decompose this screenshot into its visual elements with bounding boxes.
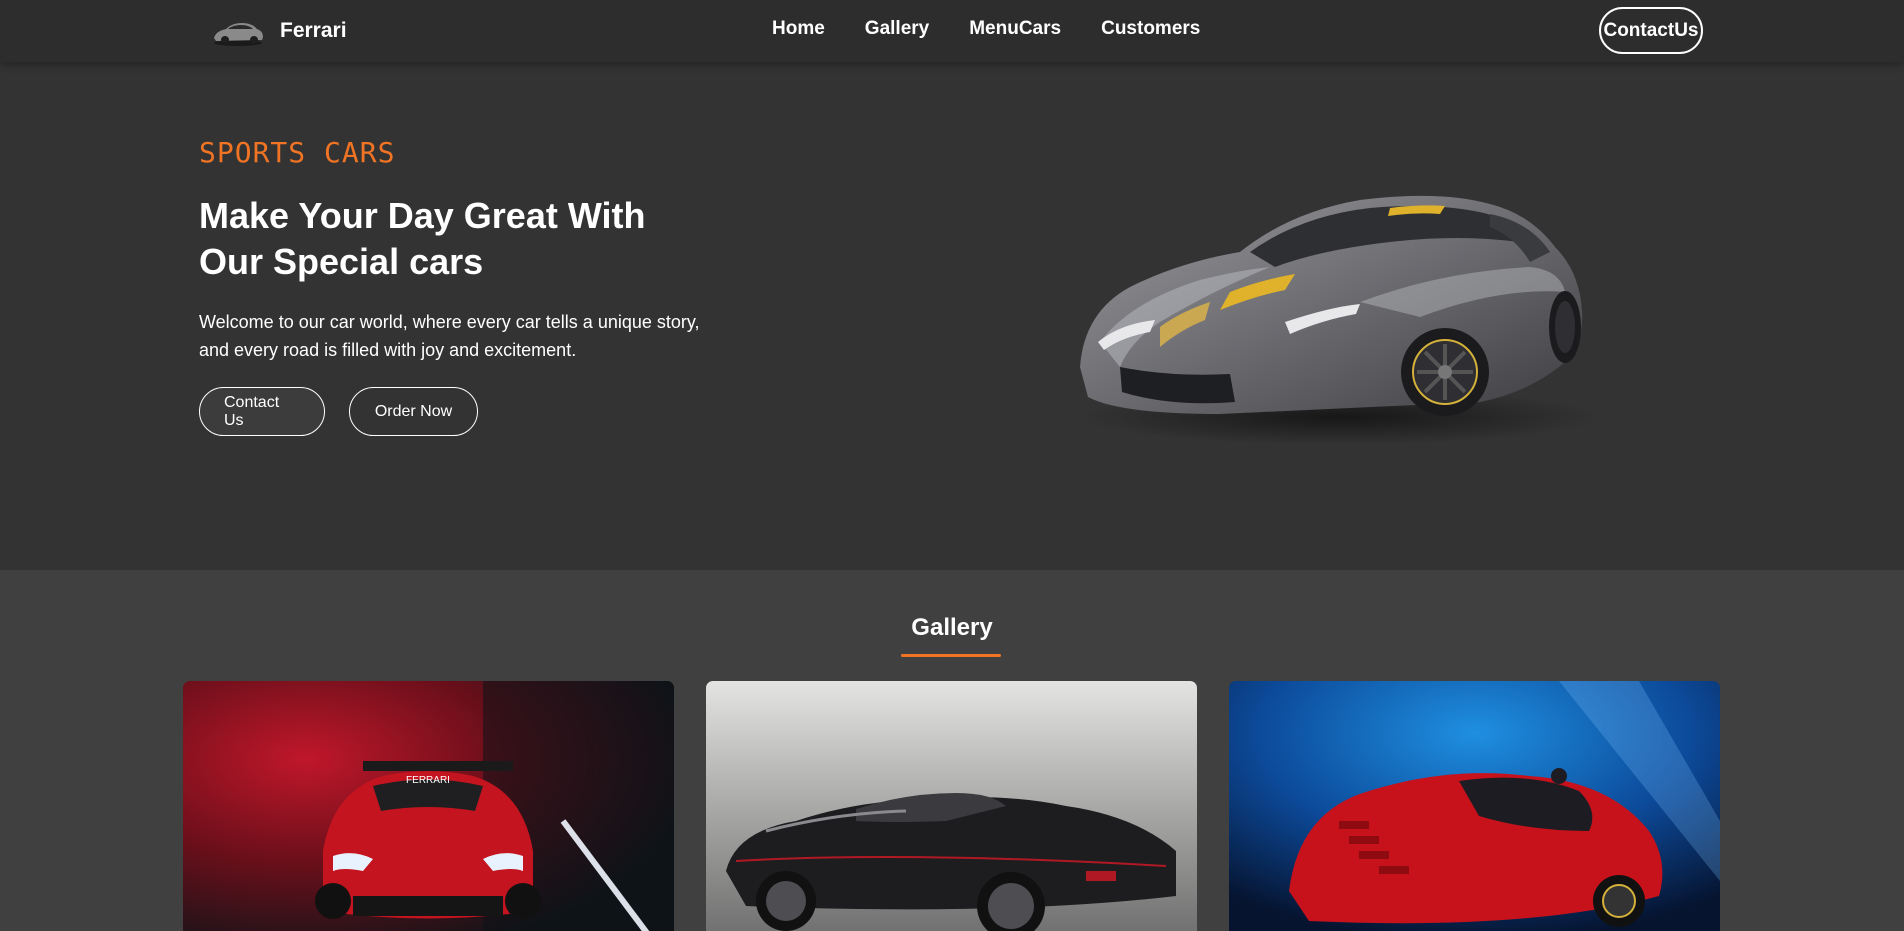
hero-title-line-2: Our Special cars (199, 241, 484, 282)
hero-section: SPORTS CARS Make Your Day Great With Our… (0, 62, 1904, 570)
gallery-title: Gallery (911, 614, 993, 641)
hero-title-line-1: Make Your Day Great With (199, 195, 646, 236)
gallery-title-underline (901, 654, 1001, 657)
contact-us-nav-button[interactable]: ContactUs (1599, 7, 1703, 54)
order-now-button[interactable]: Order Now (349, 387, 478, 436)
gallery-section: Gallery FERRARI (0, 570, 1904, 931)
brand[interactable]: Ferrari (210, 12, 347, 50)
red-race-car-image: FERRARI (183, 681, 674, 931)
nav-customers[interactable]: Customers (1101, 18, 1200, 40)
gallery-card-1[interactable]: FERRARI (183, 681, 674, 931)
black-convertible-image (706, 681, 1197, 931)
grey-sports-car-image (1080, 195, 1600, 445)
hero-eyebrow: SPORTS CARS (199, 136, 396, 169)
hero-description: Welcome to our car world, where every ca… (199, 308, 719, 364)
hero-buttons: Contact Us Order Now (199, 387, 478, 436)
nav-home[interactable]: Home (772, 18, 825, 40)
hero-title: Make Your Day Great With Our Special car… (199, 193, 719, 285)
gallery-card-2[interactable] (706, 681, 1197, 931)
navbar: Ferrari Home Gallery MenuCars Customers … (0, 0, 1904, 62)
gallery-card-3[interactable] (1229, 681, 1720, 931)
hero-description-line-1: Welcome to our car world, where every ca… (199, 312, 700, 332)
svg-text:FERRARI: FERRARI (406, 775, 450, 786)
car-logo-icon (214, 23, 263, 46)
red-sports-car-blue-backdrop-image (1229, 681, 1720, 931)
hero-description-line-2: and every road is filled with joy and ex… (199, 340, 577, 360)
main-nav: Home Gallery MenuCars Customers (772, 18, 1200, 40)
brand-name: Ferrari (280, 19, 347, 42)
nav-gallery[interactable]: Gallery (865, 18, 929, 40)
contact-us-button[interactable]: Contact Us (199, 387, 325, 436)
nav-menucars[interactable]: MenuCars (969, 18, 1061, 40)
